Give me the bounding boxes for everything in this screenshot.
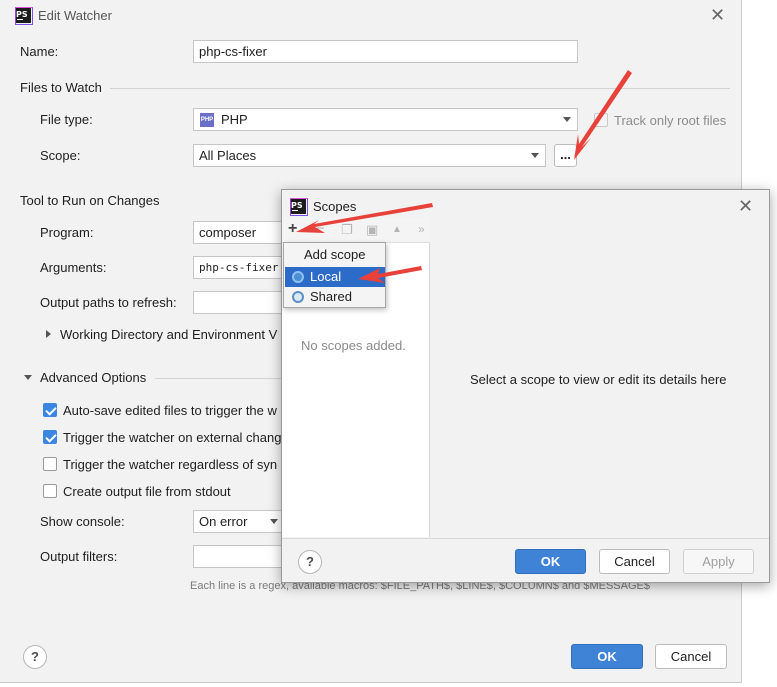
- collapse-arrow-icon[interactable]: [24, 375, 32, 380]
- popup-title: Add scope: [304, 247, 366, 262]
- scopes-cancel-button[interactable]: Cancel: [599, 549, 670, 574]
- section-divider: [110, 88, 730, 89]
- chevron-down-icon: [563, 117, 571, 122]
- add-scope-popup: Add scope Local Shared: [283, 242, 386, 308]
- phpstorm-logo: PS: [15, 7, 33, 25]
- track-root-checkbox[interactable]: [594, 113, 608, 127]
- workdir-toggle[interactable]: Working Directory and Environment V: [60, 327, 277, 343]
- menu-item-label: Shared: [310, 289, 352, 304]
- name-input[interactable]: php-cs-fixer: [193, 40, 578, 63]
- program-label: Program:: [40, 225, 94, 240]
- scope-details-hint: Select a scope to view or edit its detai…: [470, 372, 727, 387]
- add-icon[interactable]: +: [288, 221, 297, 237]
- show-console-value: On error: [199, 514, 248, 529]
- stdout-label: Create output file from stdout: [63, 484, 231, 499]
- scope-value: All Places: [199, 148, 257, 163]
- file-type-value: PHP: [221, 112, 248, 127]
- scopes-toolbar: + − ❐ ▣ ▲ »: [282, 217, 430, 243]
- name-label: Name:: [20, 44, 59, 59]
- close-icon[interactable]: ✕: [738, 197, 753, 215]
- ok-button[interactable]: OK: [571, 644, 643, 669]
- scope-browse-button[interactable]: ...: [554, 144, 577, 167]
- scope-label: Scope:: [40, 148, 81, 163]
- empty-scopes-text: No scopes added.: [301, 338, 406, 353]
- autosave-label: Auto-save edited files to trigger the w: [63, 403, 277, 418]
- help-button[interactable]: ?: [23, 645, 47, 669]
- tool-heading: Tool to Run on Changes: [20, 193, 160, 208]
- scope-select[interactable]: All Places: [193, 144, 546, 167]
- program-input[interactable]: composer: [193, 221, 293, 244]
- move-up-icon[interactable]: ▲: [392, 223, 402, 237]
- save-icon[interactable]: ▣: [366, 223, 378, 237]
- help-button[interactable]: ?: [298, 550, 322, 574]
- chevron-down-icon: [270, 519, 278, 524]
- file-type-select[interactable]: PHP PHP: [193, 108, 578, 131]
- file-type-label: File type:: [40, 112, 93, 127]
- copy-icon[interactable]: ❐: [341, 223, 353, 237]
- show-console-label: Show console:: [40, 514, 125, 529]
- dialog-title: Edit Watcher: [38, 8, 112, 23]
- arguments-input[interactable]: php-cs-fixer -: [193, 256, 293, 279]
- expand-arrow-icon[interactable]: [46, 330, 51, 338]
- output-paths-input[interactable]: [193, 291, 293, 314]
- scopes-apply-button[interactable]: Apply: [683, 549, 754, 574]
- output-filters-input[interactable]: [193, 545, 285, 568]
- chevron-down-icon: [531, 153, 539, 158]
- autosave-checkbox[interactable]: [43, 403, 57, 417]
- menu-item-shared[interactable]: Shared: [285, 287, 385, 307]
- output-paths-label: Output paths to refresh:: [40, 295, 177, 310]
- advanced-heading[interactable]: Advanced Options: [40, 370, 146, 386]
- cancel-button[interactable]: Cancel: [655, 644, 727, 669]
- regardless-checkbox[interactable]: [43, 457, 57, 471]
- scopes-title: Scopes: [313, 199, 357, 214]
- phpstorm-logo: PS: [290, 198, 308, 216]
- stdout-checkbox[interactable]: [43, 484, 57, 498]
- external-changes-label: Trigger the watcher on external chang: [63, 430, 282, 445]
- remove-icon[interactable]: −: [316, 221, 325, 236]
- menu-item-local[interactable]: Local: [285, 267, 385, 287]
- php-file-icon: PHP: [200, 113, 214, 127]
- arguments-label: Arguments:: [40, 260, 107, 275]
- section-divider: [155, 378, 285, 379]
- show-console-select[interactable]: On error: [193, 510, 285, 533]
- menu-item-label: Local: [310, 269, 342, 284]
- local-scope-icon: [292, 271, 304, 283]
- scopes-ok-button[interactable]: OK: [515, 549, 586, 574]
- close-icon[interactable]: ✕: [710, 6, 725, 24]
- output-filters-label: Output filters:: [40, 549, 118, 564]
- track-root-label: Track only root files: [614, 113, 727, 128]
- external-changes-checkbox[interactable]: [43, 430, 57, 444]
- shared-scope-icon: [292, 291, 304, 303]
- files-to-watch-heading: Files to Watch: [20, 80, 102, 95]
- more-icon[interactable]: »: [418, 222, 425, 236]
- footer-divider: [282, 538, 769, 539]
- regardless-label: Trigger the watcher regardless of syn: [63, 457, 278, 472]
